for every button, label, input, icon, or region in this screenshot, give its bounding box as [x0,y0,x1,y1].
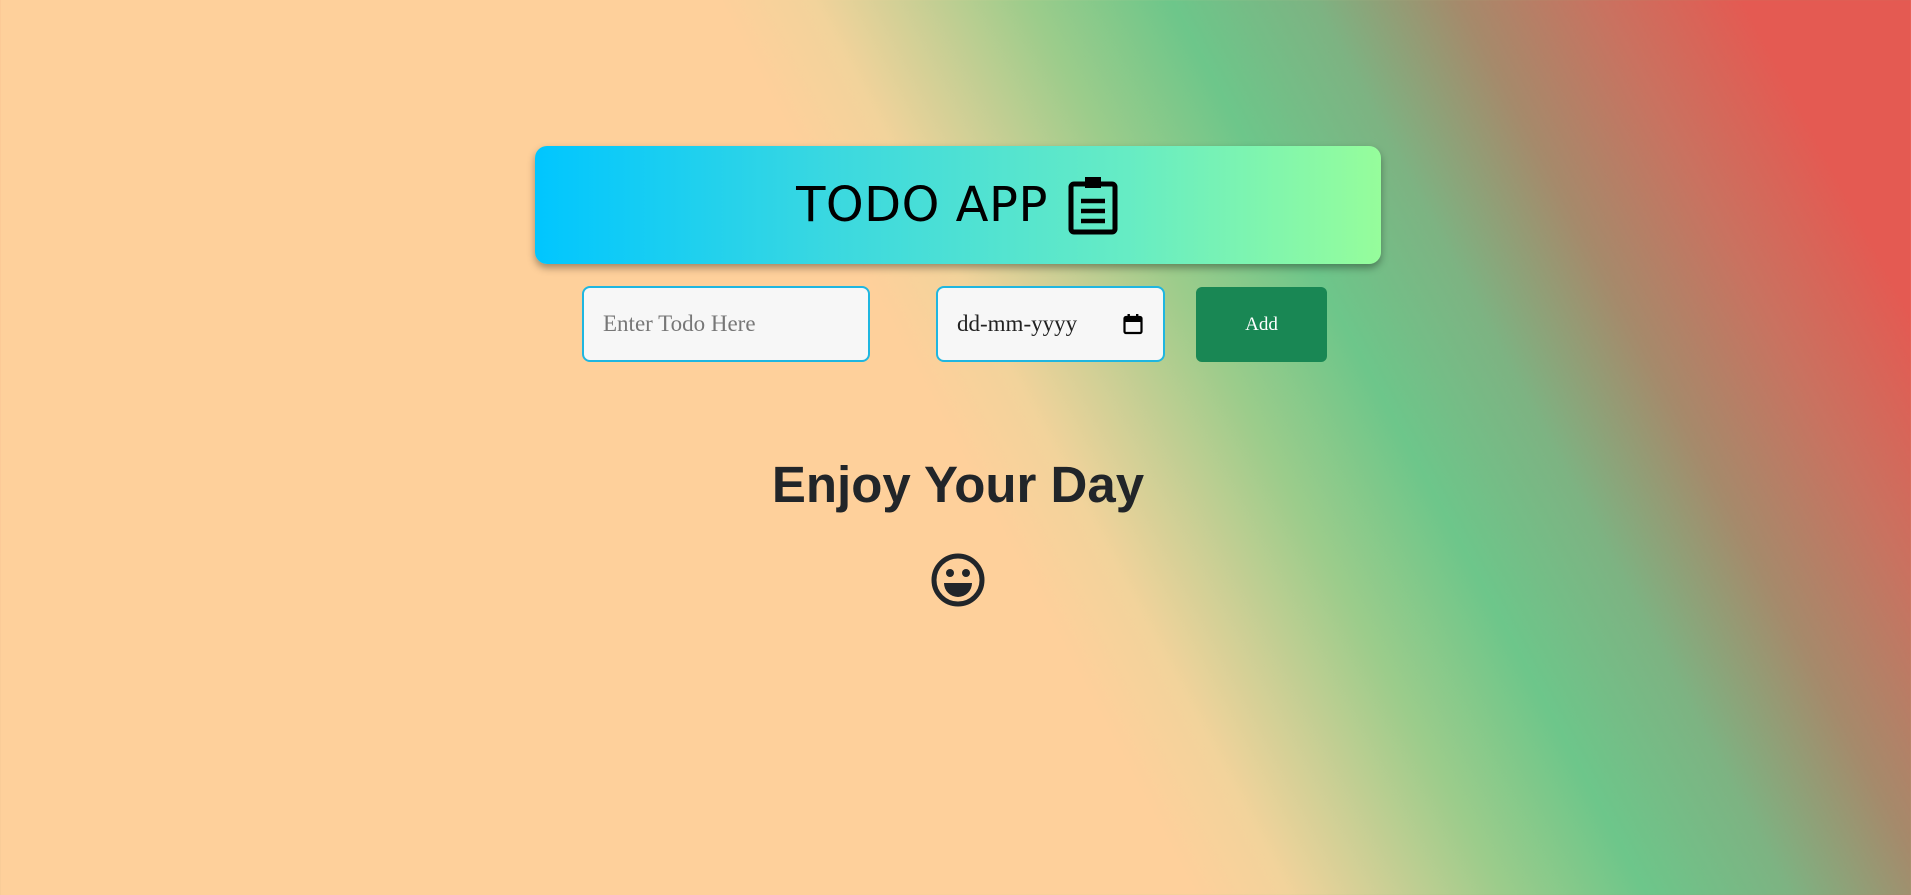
app-title: TODO APP [796,177,1048,233]
clipboard-icon [1066,175,1120,235]
smiley-icon [930,552,986,608]
add-button[interactable]: Add [1196,287,1327,362]
app-header: TODO APP [535,146,1381,264]
date-input[interactable]: dd-mm-yyyy [936,286,1165,362]
empty-state-message: Enjoy Your Day [771,456,1145,513]
calendar-icon[interactable] [1122,313,1144,335]
todo-input[interactable] [582,286,870,362]
date-input-value: dd-mm-yyyy [957,311,1078,336]
